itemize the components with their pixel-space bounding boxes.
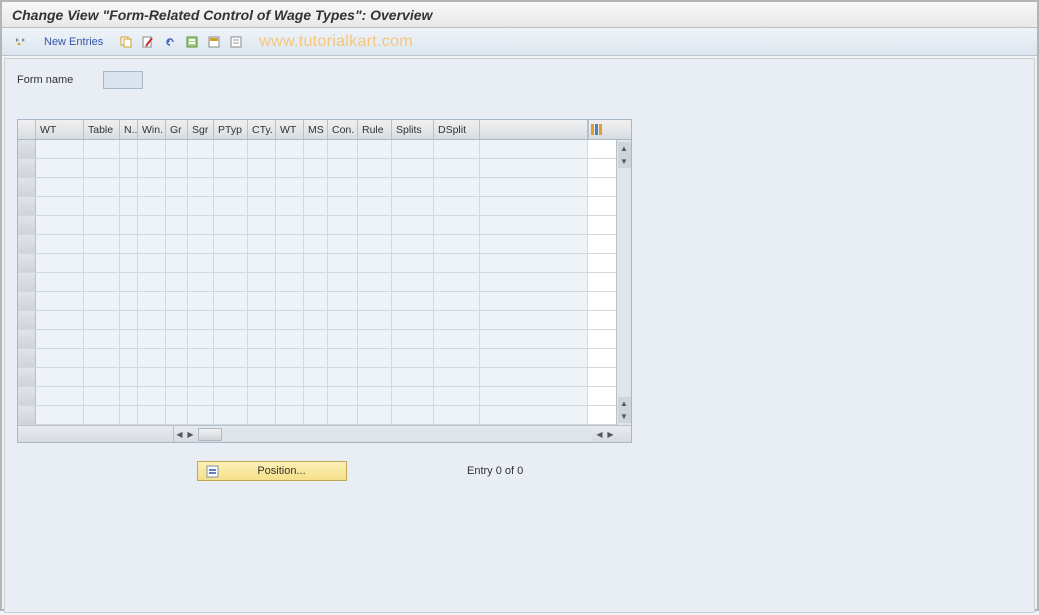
scroll-thumb[interactable] bbox=[198, 428, 222, 441]
delete-icon[interactable] bbox=[139, 33, 157, 51]
row-selector[interactable] bbox=[18, 311, 36, 329]
col-cty[interactable]: CTy. bbox=[248, 120, 276, 139]
col-dsplit[interactable]: DSplit bbox=[434, 120, 480, 139]
deselect-all-icon[interactable] bbox=[227, 33, 245, 51]
col-gr[interactable]: Gr bbox=[166, 120, 188, 139]
table-row[interactable] bbox=[18, 387, 616, 406]
row-selector[interactable] bbox=[18, 178, 36, 196]
col-blank bbox=[480, 120, 588, 139]
col-ptyp[interactable]: PTyp bbox=[214, 120, 248, 139]
grid-table: WT Table N.. Win. Gr Sgr PTyp CTy. WT MS… bbox=[17, 119, 632, 443]
scroll-up-icon[interactable]: ▲ bbox=[618, 397, 631, 410]
row-selector[interactable] bbox=[18, 140, 36, 158]
row-selector-header[interactable] bbox=[18, 120, 36, 139]
undo-icon[interactable] bbox=[161, 33, 179, 51]
horizontal-scrollbar[interactable]: ◀ ▶ ◀ ▶ bbox=[18, 425, 631, 442]
table-row[interactable] bbox=[18, 406, 616, 425]
form-name-input[interactable] bbox=[103, 71, 143, 89]
col-splits[interactable]: Splits bbox=[392, 120, 434, 139]
scroll-down-icon[interactable]: ▼ bbox=[618, 410, 631, 423]
table-row[interactable] bbox=[18, 216, 616, 235]
toggle-view-icon[interactable] bbox=[12, 33, 30, 51]
scroll-left-icon[interactable]: ◀ bbox=[594, 428, 605, 441]
table-row[interactable] bbox=[18, 178, 616, 197]
table-row[interactable] bbox=[18, 292, 616, 311]
row-selector[interactable] bbox=[18, 197, 36, 215]
row-selector[interactable] bbox=[18, 406, 36, 424]
row-selector[interactable] bbox=[18, 254, 36, 272]
col-rule[interactable]: Rule bbox=[358, 120, 392, 139]
scroll-right-icon[interactable]: ▶ bbox=[605, 428, 616, 441]
col-n[interactable]: N.. bbox=[120, 120, 138, 139]
row-selector[interactable] bbox=[18, 349, 36, 367]
col-win[interactable]: Win. bbox=[138, 120, 166, 139]
col-table[interactable]: Table bbox=[84, 120, 120, 139]
new-entries-button[interactable]: New Entries bbox=[40, 34, 107, 50]
toolbar: New Entries www.tutorialkart.com bbox=[2, 28, 1037, 56]
scroll-track[interactable] bbox=[198, 428, 592, 441]
row-selector[interactable] bbox=[18, 330, 36, 348]
col-con[interactable]: Con. bbox=[328, 120, 358, 139]
scroll-left-icon[interactable]: ◀ bbox=[174, 428, 185, 441]
table-row[interactable] bbox=[18, 349, 616, 368]
copy-icon[interactable] bbox=[117, 33, 135, 51]
scroll-up-icon[interactable]: ▲ bbox=[618, 142, 631, 155]
grid-rows bbox=[18, 140, 616, 425]
row-selector[interactable] bbox=[18, 273, 36, 291]
position-button[interactable]: Position... bbox=[197, 461, 347, 481]
col-sgr[interactable]: Sgr bbox=[188, 120, 214, 139]
table-row[interactable] bbox=[18, 197, 616, 216]
bottom-controls: Position... Entry 0 of 0 bbox=[17, 461, 1022, 481]
row-selector[interactable] bbox=[18, 159, 36, 177]
table-row[interactable] bbox=[18, 311, 616, 330]
select-all-icon[interactable] bbox=[183, 33, 201, 51]
grid-header: WT Table N.. Win. Gr Sgr PTyp CTy. WT MS… bbox=[18, 120, 631, 140]
row-selector[interactable] bbox=[18, 235, 36, 253]
row-selector[interactable] bbox=[18, 216, 36, 234]
select-block-icon[interactable] bbox=[205, 33, 223, 51]
row-selector[interactable] bbox=[18, 387, 36, 405]
entry-count-text: Entry 0 of 0 bbox=[467, 465, 523, 477]
table-row[interactable] bbox=[18, 254, 616, 273]
page-title: Change View "Form-Related Control of Wag… bbox=[12, 7, 432, 23]
col-wt2[interactable]: WT bbox=[276, 120, 304, 139]
position-icon bbox=[206, 465, 219, 478]
scroll-right-icon[interactable]: ▶ bbox=[185, 428, 196, 441]
row-selector[interactable] bbox=[18, 368, 36, 386]
table-row[interactable] bbox=[18, 273, 616, 292]
table-row[interactable] bbox=[18, 235, 616, 254]
watermark-text: www.tutorialkart.com bbox=[259, 33, 413, 51]
title-bar: Change View "Form-Related Control of Wag… bbox=[2, 2, 1037, 28]
table-row[interactable] bbox=[18, 140, 616, 159]
table-row[interactable] bbox=[18, 159, 616, 178]
content-area: Form name WT Table N.. Win. Gr Sgr PTyp … bbox=[4, 58, 1035, 613]
table-row[interactable] bbox=[18, 368, 616, 387]
form-name-label: Form name bbox=[17, 74, 73, 86]
scroll-down-icon[interactable]: ▼ bbox=[618, 155, 631, 168]
col-ms[interactable]: MS bbox=[304, 120, 328, 139]
position-label: Position... bbox=[225, 465, 338, 477]
table-row[interactable] bbox=[18, 330, 616, 349]
vertical-scrollbar[interactable]: ▲ ▼ ▲ ▼ bbox=[616, 140, 631, 425]
col-wt[interactable]: WT bbox=[36, 120, 84, 139]
row-selector[interactable] bbox=[18, 292, 36, 310]
form-name-row: Form name bbox=[17, 71, 1022, 89]
configure-columns-icon[interactable] bbox=[588, 120, 603, 139]
